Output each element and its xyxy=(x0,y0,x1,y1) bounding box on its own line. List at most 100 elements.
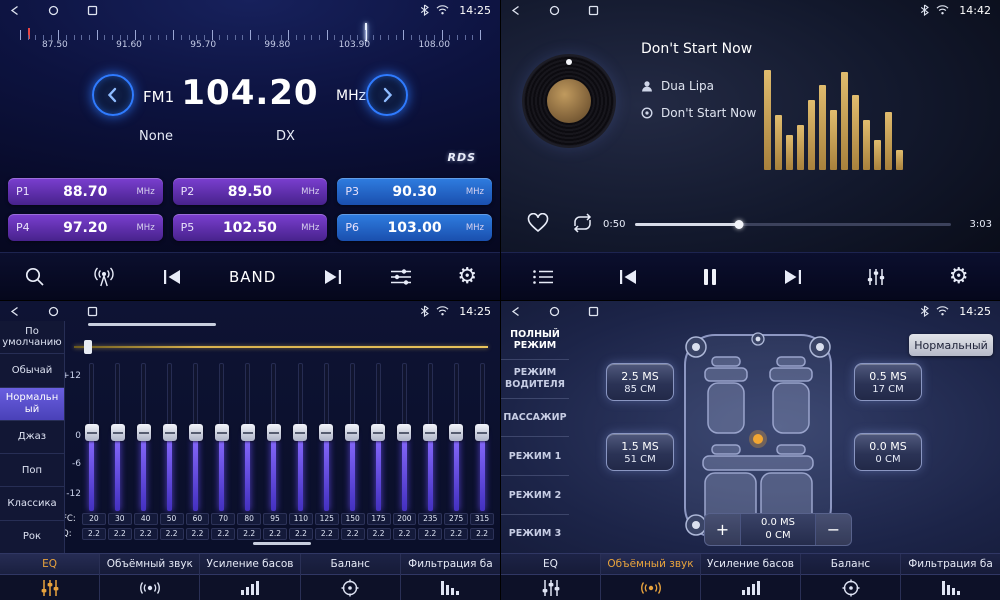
eq-band-slider-1[interactable] xyxy=(110,363,125,511)
previous-icon[interactable] xyxy=(161,268,183,286)
decrease-delay-button[interactable]: − xyxy=(815,514,851,545)
nav-home-icon[interactable] xyxy=(48,5,59,16)
front-right-delay-button[interactable]: 0.5 MS 17 CM xyxy=(854,363,922,401)
progress-knob[interactable] xyxy=(735,220,744,229)
tune-up-button[interactable] xyxy=(366,74,408,116)
slider-knob[interactable] xyxy=(215,424,229,441)
slider-knob[interactable] xyxy=(345,424,359,441)
eq-preset-item-1[interactable]: Обычай xyxy=(0,354,65,387)
eq-band-slider-6[interactable] xyxy=(240,363,255,511)
dx-mode-label[interactable]: DX xyxy=(276,129,295,144)
surround-mode-0[interactable]: ПОЛНЫЙ РЕЖИМ xyxy=(501,321,569,360)
nav-home-icon[interactable] xyxy=(549,5,560,16)
radio-preset-p5[interactable]: P5102.50MHz xyxy=(173,214,328,241)
pause-icon[interactable] xyxy=(701,267,719,287)
favorite-heart-icon[interactable] xyxy=(527,213,549,233)
nav-back-icon[interactable] xyxy=(510,5,521,16)
bottom-scrollbar[interactable] xyxy=(253,542,311,545)
slider-knob[interactable] xyxy=(397,424,411,441)
slider-knob[interactable] xyxy=(241,424,255,441)
slider-knob[interactable] xyxy=(267,424,281,441)
frequency-ruler[interactable] xyxy=(20,26,480,40)
nav-home-icon[interactable] xyxy=(549,306,560,317)
eq-preset-item-3[interactable]: Джаз xyxy=(0,421,65,454)
slider-knob[interactable] xyxy=(319,424,333,441)
radio-preset-p1[interactable]: P188.70MHz xyxy=(8,178,163,205)
surround-mode-2[interactable]: ПАССАЖИР xyxy=(501,399,569,438)
eq-band-slider-3[interactable] xyxy=(162,363,177,511)
audio-tab-1[interactable]: Объёмный звук xyxy=(601,554,701,600)
surround-mode-4[interactable]: РЕЖИМ 2 xyxy=(501,476,569,515)
eq-band-slider-7[interactable] xyxy=(266,363,281,511)
repeat-icon[interactable] xyxy=(571,213,594,233)
slider-knob[interactable] xyxy=(293,424,307,441)
filter-sliders-icon[interactable] xyxy=(390,268,412,286)
eq-band-slider-15[interactable] xyxy=(475,363,490,511)
radio-preset-p3[interactable]: P390.30MHz xyxy=(337,178,492,205)
audio-tab-1[interactable]: Объёмный звук xyxy=(100,554,200,600)
eq-band-slider-10[interactable] xyxy=(345,363,360,511)
gain-slider-track[interactable] xyxy=(74,346,488,348)
nav-home-icon[interactable] xyxy=(48,306,59,317)
previous-track-icon[interactable] xyxy=(617,268,639,286)
progress-bar[interactable] xyxy=(635,223,951,226)
next-track-icon[interactable] xyxy=(782,268,804,286)
eq-preset-item-4[interactable]: Поп xyxy=(0,454,65,487)
eq-band-slider-14[interactable] xyxy=(449,363,464,511)
audio-tab-4[interactable]: Фильтрация ба xyxy=(901,554,1000,600)
nav-recents-icon[interactable] xyxy=(87,306,98,317)
tune-down-button[interactable] xyxy=(92,74,134,116)
nav-recents-icon[interactable] xyxy=(588,306,599,317)
scan-search-icon[interactable] xyxy=(23,265,46,288)
slider-knob[interactable] xyxy=(163,424,177,441)
broadcast-antenna-icon[interactable] xyxy=(92,266,116,288)
radio-preset-p6[interactable]: P6103.00MHz xyxy=(337,214,492,241)
slider-knob[interactable] xyxy=(137,424,151,441)
settings-gear-icon[interactable]: ⚙ xyxy=(457,266,477,288)
eq-band-slider-9[interactable] xyxy=(319,363,334,511)
slider-knob[interactable] xyxy=(111,424,125,441)
slider-knob[interactable] xyxy=(423,424,437,441)
nav-back-icon[interactable] xyxy=(9,5,20,16)
band-button[interactable]: BAND xyxy=(229,268,276,286)
slider-knob[interactable] xyxy=(371,424,385,441)
nav-back-icon[interactable] xyxy=(9,306,20,317)
eq-band-slider-12[interactable] xyxy=(397,363,412,511)
eq-band-slider-4[interactable] xyxy=(188,363,203,511)
slider-knob[interactable] xyxy=(189,424,203,441)
slider-knob[interactable] xyxy=(449,424,463,441)
radio-preset-p2[interactable]: P289.50MHz xyxy=(173,178,328,205)
settings-gear-icon[interactable]: ⚙ xyxy=(949,266,969,288)
eq-mixer-icon[interactable] xyxy=(866,267,886,287)
eq-preset-item-6[interactable]: Рок xyxy=(0,521,65,554)
audio-tab-2[interactable]: Усиление басов xyxy=(200,554,300,600)
nav-back-icon[interactable] xyxy=(510,306,521,317)
surround-mode-5[interactable]: РЕЖИМ 3 xyxy=(501,515,569,554)
surround-mode-3[interactable]: РЕЖИМ 1 xyxy=(501,437,569,476)
slider-knob[interactable] xyxy=(475,424,489,441)
increase-delay-button[interactable]: + xyxy=(705,514,741,545)
next-icon[interactable] xyxy=(322,268,344,286)
eq-band-slider-2[interactable] xyxy=(136,363,151,511)
eq-band-slider-8[interactable] xyxy=(293,363,308,511)
radio-preset-p4[interactable]: P497.20MHz xyxy=(8,214,163,241)
audio-tab-2[interactable]: Усиление басов xyxy=(701,554,801,600)
nav-recents-icon[interactable] xyxy=(87,5,98,16)
top-scrollbar[interactable] xyxy=(88,323,216,326)
eq-band-slider-0[interactable] xyxy=(84,363,99,511)
audio-tab-0[interactable]: EQ xyxy=(0,554,100,600)
audio-tab-0[interactable]: EQ xyxy=(501,554,601,600)
surround-mode-1[interactable]: РЕЖИМ ВОДИТЕЛЯ xyxy=(501,360,569,399)
audio-tab-3[interactable]: Баланс xyxy=(301,554,401,600)
rear-left-delay-button[interactable]: 1.5 MS 51 CM xyxy=(606,433,674,471)
eq-band-slider-5[interactable] xyxy=(214,363,229,511)
eq-band-slider-11[interactable] xyxy=(371,363,386,511)
playlist-icon[interactable] xyxy=(532,268,554,286)
eq-preset-item-0[interactable]: По умолчанию xyxy=(0,321,65,354)
front-left-delay-button[interactable]: 2.5 MS 85 CM xyxy=(606,363,674,401)
audio-tab-3[interactable]: Баланс xyxy=(801,554,901,600)
eq-preset-item-2[interactable]: Нормальный xyxy=(0,388,65,421)
rear-right-delay-button[interactable]: 0.0 MS 0 CM xyxy=(854,433,922,471)
gain-slider-handle[interactable] xyxy=(84,340,92,354)
nav-recents-icon[interactable] xyxy=(588,5,599,16)
